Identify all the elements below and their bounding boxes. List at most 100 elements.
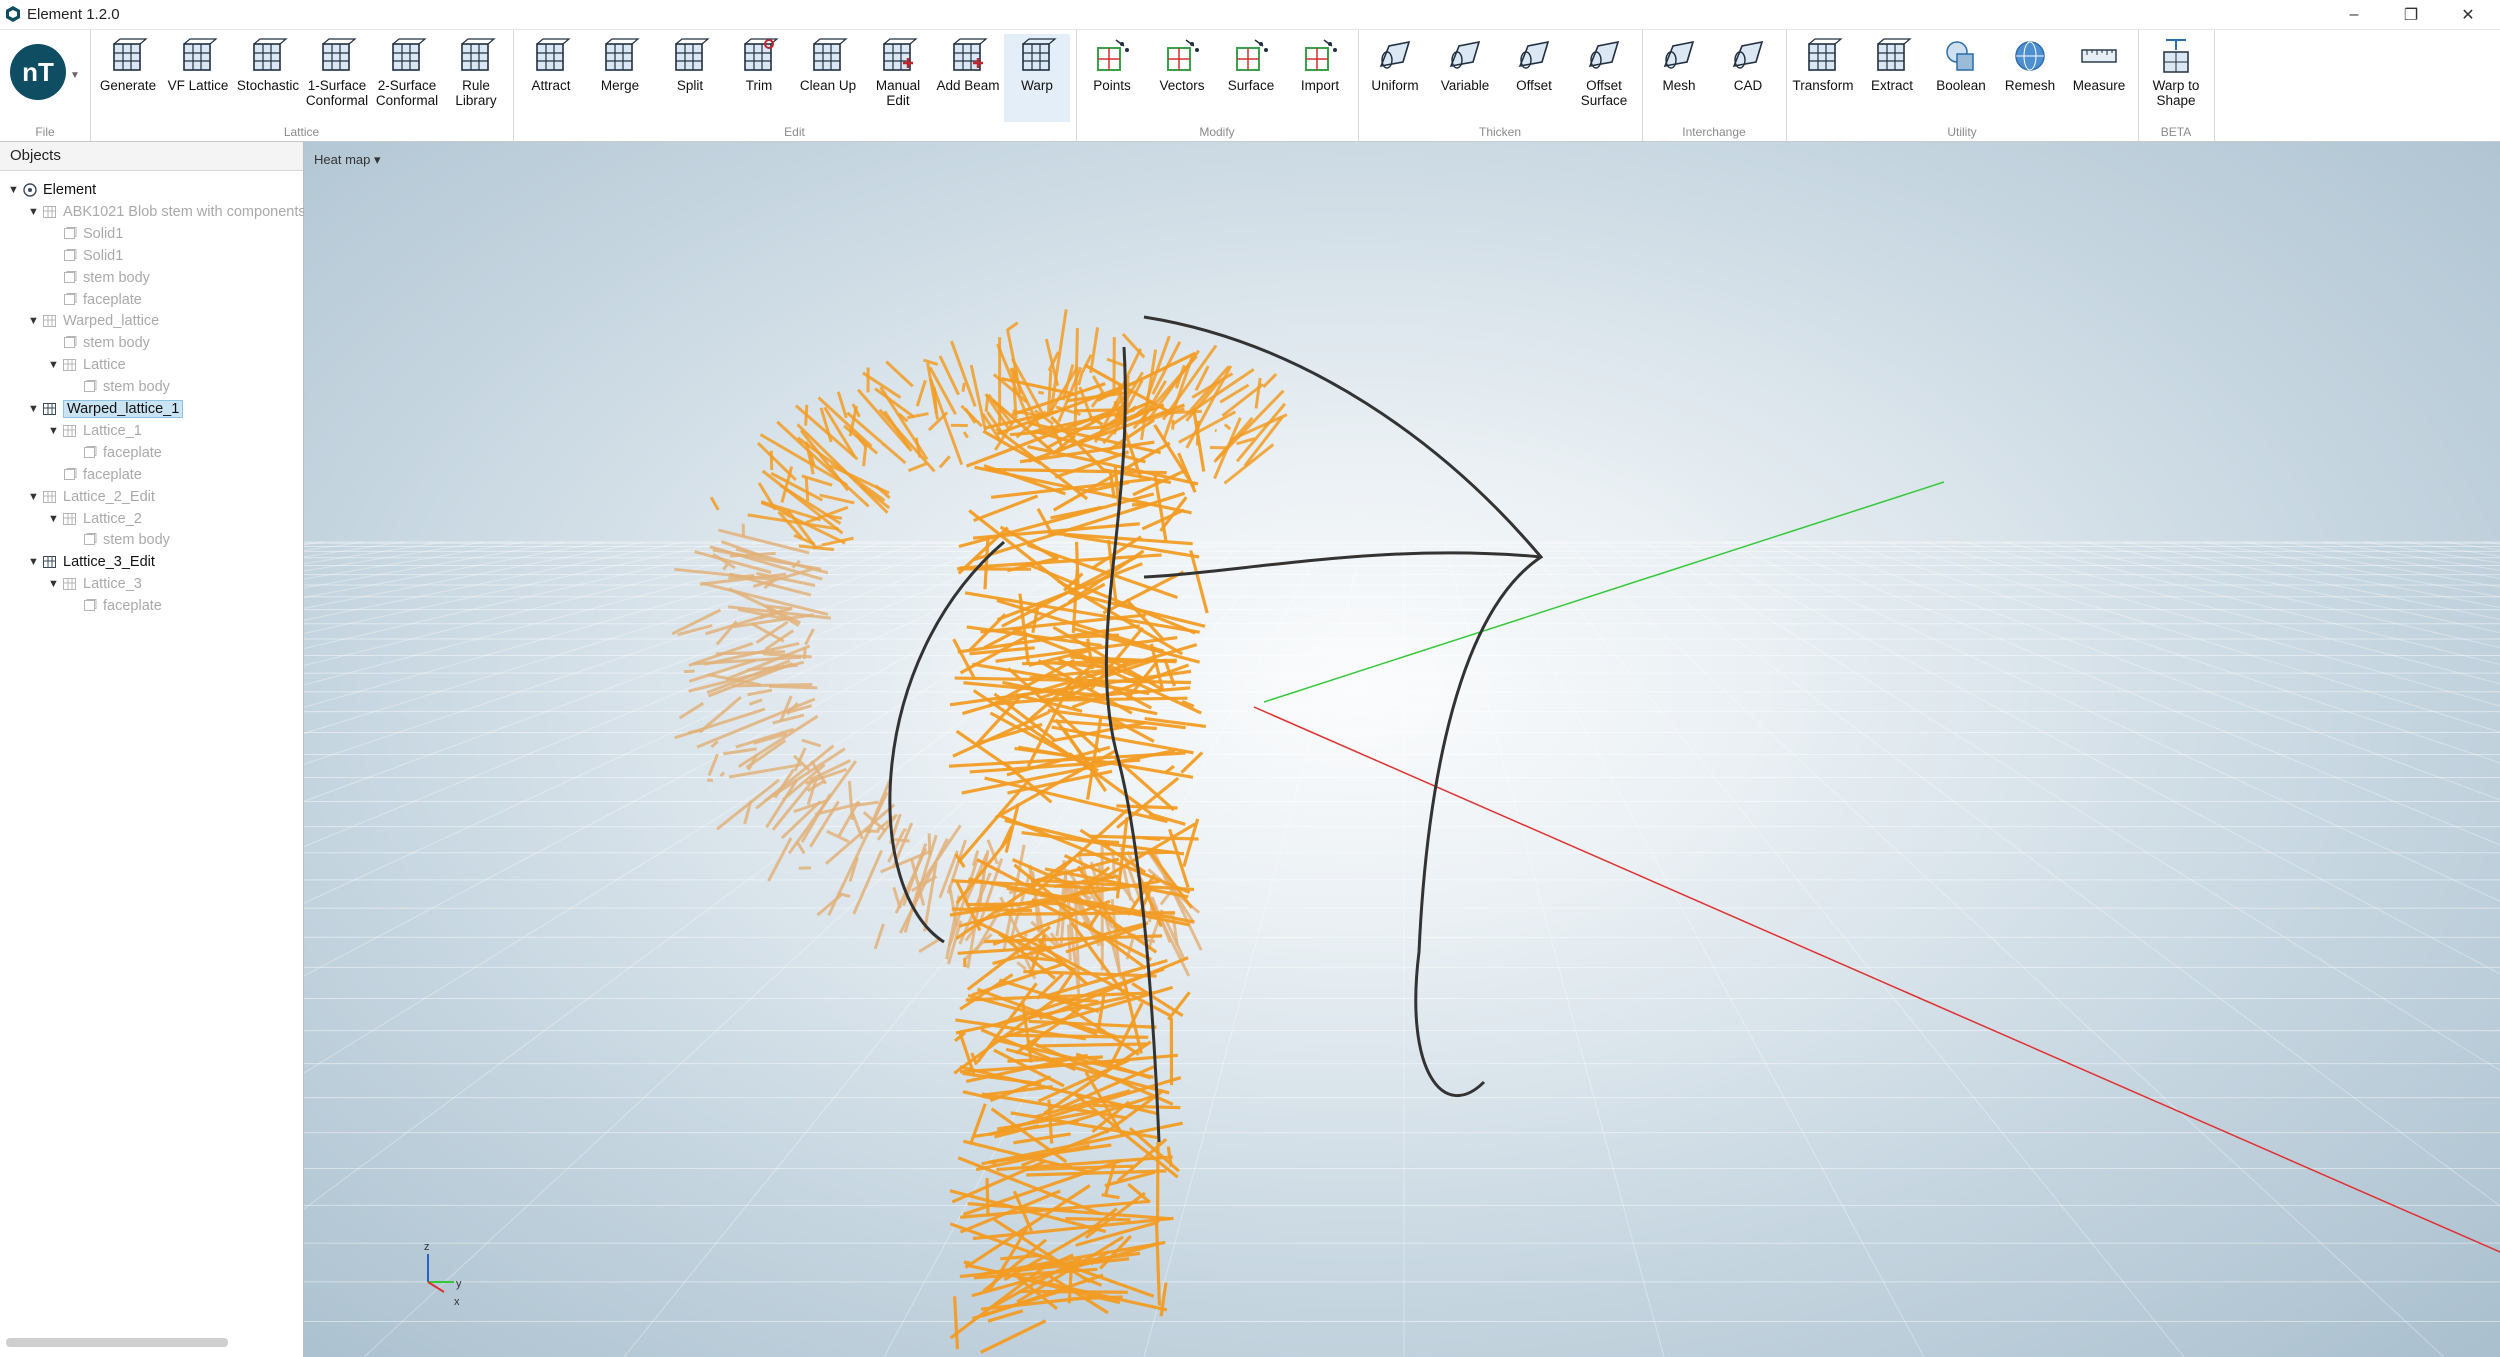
split-button[interactable]: Split <box>657 34 723 122</box>
scissors-icon <box>744 38 779 71</box>
tree-node[interactable]: Solid1 <box>48 223 123 245</box>
vf-lattice-button[interactable]: VF Lattice <box>165 34 231 122</box>
tree-node[interactable]: ▼ Warped_lattice <box>28 310 159 332</box>
extract-icon <box>1877 38 1912 71</box>
close-button[interactable]: ✕ <box>2440 0 2496 29</box>
button-label: Offset <box>1516 78 1552 93</box>
vf-lattice-icon <box>183 38 218 71</box>
body-object-icon <box>64 226 77 239</box>
tree-node[interactable]: stem body <box>48 332 150 354</box>
tree-node[interactable]: ▼ Lattice_2 <box>48 508 142 530</box>
tree-node[interactable]: ▼ Lattice_2_Edit <box>28 486 155 508</box>
expand-toggle-icon[interactable]: ▼ <box>28 556 42 568</box>
button-label: Manual Edit <box>875 78 921 108</box>
offset-icon <box>1518 40 1550 69</box>
tree-node[interactable]: ▼ Element <box>8 179 96 201</box>
extract-button[interactable]: Extract <box>1859 34 1925 122</box>
body-object-icon <box>64 270 77 283</box>
tree-node[interactable]: stem body <box>48 267 150 289</box>
tree-node[interactable]: ▼ Lattice_3_Edit <box>28 551 155 573</box>
measure-button[interactable]: Measure <box>2066 34 2132 122</box>
button-label: Boolean <box>1936 78 1986 93</box>
tree-node[interactable]: ▼ Warped_lattice_1 <box>28 398 184 420</box>
tree-node[interactable]: faceplate <box>48 464 142 486</box>
expand-toggle-icon[interactable]: ▼ <box>28 491 42 503</box>
warped-lattice-mesh[interactable] <box>671 309 1288 1354</box>
body-object-icon <box>84 380 97 393</box>
minimize-button[interactable]: – <box>2326 0 2382 29</box>
scene-canvas[interactable]: z yx <box>304 142 2500 1357</box>
button-label: Generate <box>99 78 157 93</box>
horizontal-scrollbar[interactable] <box>6 1338 228 1347</box>
surface-button[interactable]: Surface <box>1218 34 1284 122</box>
button-label: Uniform <box>1371 78 1419 93</box>
generate-button[interactable]: Generate <box>95 34 161 122</box>
2-surface-conformal-button[interactable]: 2-Surface Conformal <box>374 34 440 122</box>
trim-button[interactable]: Trim <box>726 34 792 122</box>
tree-node[interactable]: faceplate <box>68 595 162 617</box>
manual-edit-button[interactable]: Manual Edit <box>865 34 931 122</box>
warp-to-shape-button[interactable]: Warp to Shape <box>2143 34 2209 122</box>
two-surface-conformal-icon <box>392 38 427 71</box>
expand-toggle-icon[interactable]: ▼ <box>8 184 22 196</box>
mesh-button[interactable]: Mesh <box>1646 34 1712 122</box>
button-label: Trim <box>745 78 773 93</box>
merge-button[interactable]: Merge <box>587 34 653 122</box>
tree-node[interactable]: ▼ ABK1021 Blob stem with components <box>28 201 306 223</box>
tree-node[interactable]: stem body <box>68 376 170 398</box>
tree-node-label: Warped_lattice_1 <box>63 400 184 418</box>
stochastic-icon <box>253 38 288 71</box>
tree-node-label: faceplate <box>83 291 142 308</box>
button-label: Merge <box>600 78 640 93</box>
tree-node[interactable]: stem body <box>68 529 170 551</box>
boolean-button[interactable]: Boolean <box>1928 34 1994 122</box>
file-menu-logo[interactable]: nT <box>10 44 66 100</box>
stochastic-button[interactable]: Stochastic <box>235 34 301 122</box>
tree-node[interactable]: ▼ Lattice <box>48 354 126 376</box>
points-button[interactable]: Points <box>1079 34 1145 122</box>
add-beam-button[interactable]: Add Beam <box>935 34 1001 122</box>
expand-toggle-icon[interactable]: ▼ <box>48 425 62 437</box>
body-object-icon <box>64 248 77 261</box>
expand-toggle-icon[interactable]: ▼ <box>28 315 42 327</box>
restore-button[interactable]: ❐ <box>2383 0 2439 29</box>
group-label: Edit <box>784 125 805 139</box>
1-surface-conformal-button[interactable]: 1-Surface Conformal <box>304 34 370 122</box>
heat-map-dropdown[interactable]: Heat map ▾ <box>314 152 381 168</box>
button-label: Measure <box>2072 78 2126 93</box>
button-label: Transform <box>1792 78 1854 93</box>
split-icon <box>675 38 710 71</box>
remesh-button[interactable]: Remesh <box>1997 34 2063 122</box>
lattice-object-icon <box>43 205 56 218</box>
uniform-button[interactable]: Uniform <box>1362 34 1428 122</box>
tree-node[interactable]: Solid1 <box>48 245 123 267</box>
lattice-object-icon <box>23 183 37 197</box>
transform-button[interactable]: Transform <box>1790 34 1856 122</box>
lattice-object-icon <box>43 490 56 503</box>
warp-button[interactable]: Warp <box>1004 34 1070 122</box>
tree-node[interactable]: faceplate <box>48 289 142 311</box>
clean-up-button[interactable]: Clean Up <box>795 34 861 122</box>
tree-node[interactable]: ▼ Lattice_1 <box>48 420 142 442</box>
viewport-3d[interactable]: z yx Heat map ▾ <box>304 142 2500 1357</box>
variable-button[interactable]: Variable <box>1432 34 1498 122</box>
attract-button[interactable]: Attract <box>518 34 584 122</box>
expand-toggle-icon[interactable]: ▼ <box>28 206 42 218</box>
offset-button[interactable]: Offset <box>1501 34 1567 122</box>
tree-node[interactable]: ▼ Lattice_3 <box>48 573 142 595</box>
vectors-button[interactable]: Vectors <box>1149 34 1215 122</box>
tree-node-label: stem body <box>103 379 170 396</box>
expand-toggle-icon[interactable]: ▼ <box>48 359 62 371</box>
expand-toggle-icon[interactable]: ▼ <box>48 578 62 590</box>
clean-up-icon <box>813 38 848 71</box>
chevron-down-icon[interactable]: ▼ <box>70 70 80 81</box>
expand-toggle-icon[interactable]: ▼ <box>48 513 62 525</box>
offset-surface-button[interactable]: Offset Surface <box>1571 34 1637 122</box>
rule-library-button[interactable]: Rule Library <box>443 34 509 122</box>
tree-node[interactable]: faceplate <box>68 442 162 464</box>
group-label: Utility <box>1947 125 1977 139</box>
cad-button[interactable]: CAD <box>1715 34 1781 122</box>
import-button[interactable]: Import <box>1287 34 1353 122</box>
lattice-outline-right <box>1143 315 1544 1097</box>
expand-toggle-icon[interactable]: ▼ <box>28 403 42 415</box>
